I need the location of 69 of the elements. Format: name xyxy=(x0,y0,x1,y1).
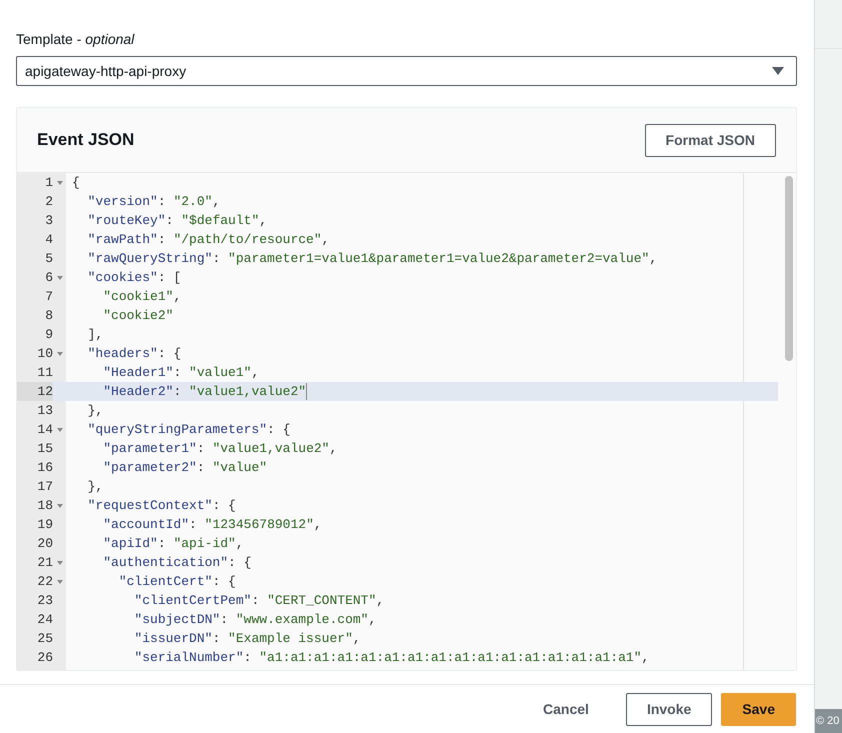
format-json-button[interactable]: Format JSON xyxy=(644,124,776,156)
template-label: Template - optional xyxy=(16,30,136,48)
code-line: "Header2": "value1,value2" xyxy=(102,383,306,401)
line-number: 1 xyxy=(44,174,53,192)
fold-caret-icon[interactable] xyxy=(56,352,62,356)
code-line: "requestContext": { xyxy=(86,497,236,515)
code-line: "clientCert": { xyxy=(118,573,236,591)
fold-caret-icon[interactable] xyxy=(56,580,62,584)
code-line: ], xyxy=(86,326,104,344)
template-select[interactable]: apigateway-http-api-proxy xyxy=(16,56,797,86)
code-line: "cookie1", xyxy=(102,288,182,306)
code-line: "routeKey": "$default", xyxy=(86,212,268,230)
fold-caret-icon[interactable] xyxy=(56,428,62,432)
panel-title: Event JSON xyxy=(37,130,134,150)
fold-caret-icon[interactable] xyxy=(56,504,62,508)
fold-caret-icon[interactable] xyxy=(56,560,62,564)
code-line: "rawPath": "/path/to/resource", xyxy=(86,231,330,249)
code-line: { xyxy=(71,174,80,192)
code-line: "issuerDN": "Example issuer", xyxy=(133,630,361,648)
save-button[interactable]: Save xyxy=(721,692,796,726)
line-number: 17 xyxy=(36,478,53,496)
line-number: 7 xyxy=(44,288,53,306)
line-number: 13 xyxy=(36,402,53,420)
fold-caret-icon[interactable] xyxy=(56,180,62,184)
code-line: "cookies": [ xyxy=(86,269,182,287)
fold-caret-icon[interactable] xyxy=(56,276,62,280)
code-line: "cookie2" xyxy=(102,307,174,325)
line-number: 14 xyxy=(36,421,53,439)
line-number: 6 xyxy=(44,269,53,287)
code-line: "parameter1": "value1,value2", xyxy=(102,440,338,458)
code-line: "parameter2": "value" xyxy=(102,459,268,477)
line-number: 19 xyxy=(36,516,53,534)
code-line: "rawQueryString": "parameter1=value1&parameter1=value2&parameter2=value", xyxy=(86,250,658,268)
scrollbar-thumb[interactable] xyxy=(785,176,793,361)
line-number: 16 xyxy=(36,459,53,477)
code-line: "clientCertPem": "CERT_CONTENT", xyxy=(133,592,384,610)
line-number: 26 xyxy=(36,649,53,667)
cancel-button[interactable]: Cancel xyxy=(523,692,609,726)
line-number: 4 xyxy=(44,231,53,249)
line-number: 20 xyxy=(36,535,53,553)
line-number: 10 xyxy=(36,345,53,363)
caret-icon xyxy=(772,67,784,75)
line-number: 2 xyxy=(44,193,53,211)
line-number: 8 xyxy=(44,307,53,325)
line-number: 18 xyxy=(36,497,53,515)
line-number: 15 xyxy=(36,440,53,458)
code-line: "subjectDN": "www.example.com", xyxy=(133,611,376,629)
line-number: 9 xyxy=(44,326,53,344)
code-line: "queryStringParameters": { xyxy=(86,421,290,439)
line-number: 22 xyxy=(36,573,53,591)
line-number: 3 xyxy=(44,212,53,230)
line-number: 23 xyxy=(36,592,53,610)
code-line: "headers": { xyxy=(86,345,182,363)
code-line: "serialNumber": "a1:a1:a1:a1:a1:a1:a1:a1:a1:a1:a1:a1:a1:a1:a1:a1", xyxy=(133,649,650,667)
line-number: 21 xyxy=(36,554,53,572)
copyright-text: © 20 xyxy=(815,715,840,727)
line-number: 25 xyxy=(36,630,53,648)
line-number: 12 xyxy=(17,382,53,401)
code-line: "apiId": "api-id", xyxy=(102,535,244,553)
line-number: 5 xyxy=(44,250,53,268)
invoke-button[interactable]: Invoke xyxy=(626,692,712,726)
code-line: }, xyxy=(86,478,104,496)
line-number: 24 xyxy=(36,611,53,629)
code-line: "accountId": "123456789012", xyxy=(102,516,322,534)
code-line: }, xyxy=(86,402,104,420)
line-number: 11 xyxy=(36,364,53,382)
code-line: "Header1": "value1", xyxy=(102,364,260,382)
code-line: "version": "2.0", xyxy=(86,193,220,211)
code-line: "authentication": { xyxy=(102,554,252,572)
